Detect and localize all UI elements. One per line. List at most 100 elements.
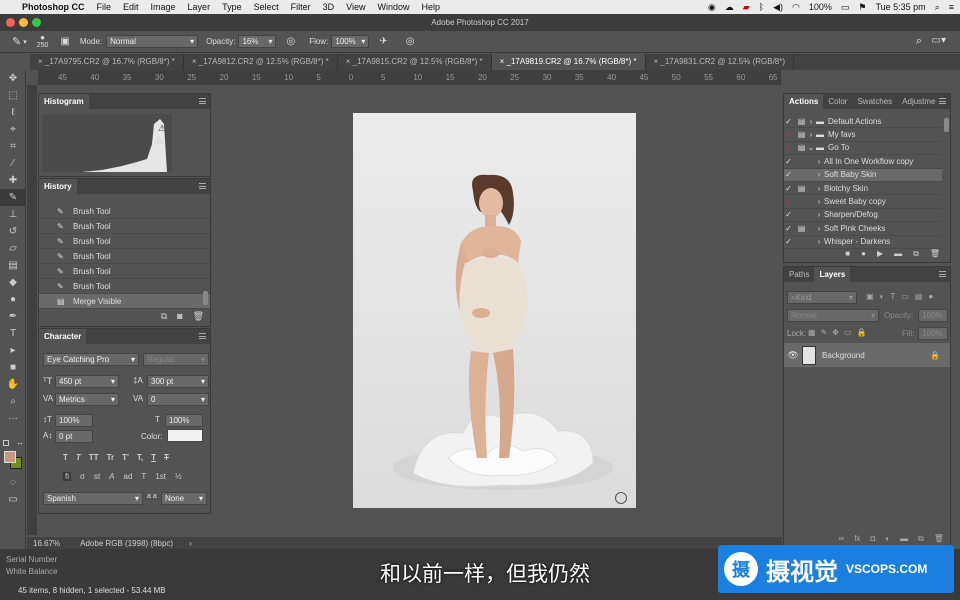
- tab-adjustments[interactable]: Adjustme: [897, 94, 940, 109]
- histogram-tab[interactable]: Histogram: [39, 94, 89, 109]
- brush-preset-picker[interactable]: ● 250: [37, 33, 49, 50]
- battery-icon[interactable]: ▭: [841, 2, 850, 13]
- history-brush-tool-icon[interactable]: ↺: [0, 223, 26, 240]
- record-icon[interactable]: ●: [861, 249, 866, 259]
- action-item[interactable]: ✓ ▤ › Blotchy Skin: [784, 182, 942, 196]
- lock-all-icon[interactable]: 🔒: [857, 328, 867, 337]
- tab-layers[interactable]: Layers: [814, 267, 851, 282]
- volume-icon[interactable]: ◀): [773, 2, 783, 13]
- marquee-tool-icon[interactable]: ⬚: [0, 87, 26, 104]
- chevron-right-icon[interactable]: ›: [814, 197, 824, 206]
- search-icon[interactable]: ⌕: [916, 35, 922, 48]
- link-layers-icon[interactable]: ∞: [839, 534, 845, 544]
- app-menu[interactable]: Photoshop CC: [16, 2, 91, 12]
- close-icon[interactable]: ×: [38, 57, 45, 66]
- baseline-shift-field[interactable]: 0 pt: [55, 430, 93, 443]
- quick-select-tool-icon[interactable]: ⌖: [0, 121, 26, 138]
- character-tab[interactable]: Character: [39, 329, 87, 344]
- flag-icon[interactable]: ⚑: [858, 2, 866, 13]
- warning-icon[interactable]: ⚠: [158, 123, 166, 134]
- kerning-field[interactable]: Metrics ▾: [55, 393, 119, 406]
- language-select[interactable]: Spanish ▾: [43, 492, 143, 505]
- action-item[interactable]: ✓ › Sweet Baby copy: [784, 195, 942, 209]
- horizontal-scale-field[interactable]: 100%: [165, 414, 203, 427]
- tab-swatches[interactable]: Swatches: [852, 94, 897, 109]
- doc-tab-active[interactable]: × _17A9819.CR2 @ 16.7% (RGB/8*) *: [491, 54, 646, 70]
- zoom-tool-icon[interactable]: ⌕: [0, 393, 26, 410]
- action-item[interactable]: ✓ ▤ › Soft Pink Cheeks: [784, 222, 942, 236]
- path-select-tool-icon[interactable]: ▸: [0, 342, 26, 359]
- panel-menu-icon[interactable]: [199, 98, 206, 104]
- more-tools-icon[interactable]: ···: [0, 410, 26, 427]
- check-icon[interactable]: ✓: [784, 157, 793, 166]
- check-icon[interactable]: ✓: [784, 197, 793, 206]
- action-set[interactable]: ✓ ▤ › ▬ Default Actions: [784, 115, 942, 129]
- menu-3d[interactable]: 3D: [317, 2, 341, 12]
- action-item[interactable]: ✓ › All In One Workflow copy: [784, 155, 942, 169]
- check-icon[interactable]: ✓: [784, 224, 793, 233]
- menu-select[interactable]: Select: [248, 2, 285, 12]
- search-icon[interactable]: ⌕: [935, 2, 940, 13]
- layer-thumbnail[interactable]: [802, 345, 816, 365]
- action-item[interactable]: ✓ › Whisper - Darkens: [784, 236, 942, 249]
- check-icon[interactable]: ✓: [784, 117, 793, 126]
- stop-icon[interactable]: ■: [845, 249, 850, 259]
- chevron-down-icon[interactable]: ⌄: [806, 143, 816, 152]
- faux-italic-button[interactable]: T: [76, 453, 81, 462]
- check-icon[interactable]: ✓: [784, 184, 793, 193]
- layer-filter-select[interactable]: ⌕Kind ▾: [787, 291, 857, 304]
- eraser-tool-icon[interactable]: ▱: [0, 240, 26, 257]
- leading-field[interactable]: 300 pt ▾: [147, 375, 209, 388]
- action-set[interactable]: ✓ ▤ › ▬ My favs: [784, 128, 942, 142]
- history-scrollbar[interactable]: [203, 291, 208, 305]
- layer-row-background[interactable]: 👁 Background 🔒: [784, 343, 950, 367]
- healing-tool-icon[interactable]: ✚: [0, 172, 26, 189]
- default-colors-icon[interactable]: [3, 440, 9, 446]
- chevron-right-icon[interactable]: ›: [814, 237, 824, 246]
- opacity-field[interactable]: 16% ▾: [238, 35, 277, 48]
- shape-tool-icon[interactable]: ■: [0, 359, 26, 376]
- smart-object-filter-icon[interactable]: ▤: [915, 292, 923, 301]
- strikethrough-button[interactable]: T: [164, 453, 169, 462]
- chevron-right-icon[interactable]: ›: [814, 184, 824, 193]
- flow-field[interactable]: 100% ▾: [331, 35, 370, 48]
- chevron-right-icon[interactable]: ›: [814, 157, 824, 166]
- check-icon[interactable]: ✓: [784, 143, 793, 152]
- history-tab[interactable]: History: [39, 179, 77, 194]
- camera-icon[interactable]: ◙: [177, 311, 182, 322]
- crop-tool-icon[interactable]: ⌗: [0, 138, 26, 155]
- font-family-select[interactable]: Eye Catching Pro ▾: [43, 353, 139, 366]
- new-action-icon[interactable]: ⧉: [913, 249, 919, 259]
- close-window-button[interactable]: [6, 18, 15, 27]
- eyedropper-tool-icon[interactable]: ⁄: [0, 155, 26, 172]
- menu-filter[interactable]: Filter: [285, 2, 317, 12]
- move-tool-icon[interactable]: ✥: [0, 70, 26, 87]
- menu-type[interactable]: Type: [216, 2, 248, 12]
- trash-icon[interactable]: 🗑: [193, 311, 204, 322]
- history-item[interactable]: ✎ Brush Tool: [39, 249, 210, 264]
- layer-blend-mode-select[interactable]: Normal ▾: [787, 309, 879, 322]
- menu-image[interactable]: Image: [145, 2, 182, 12]
- chevron-down-icon[interactable]: ▾: [23, 38, 27, 46]
- font-size-field[interactable]: 450 pt ▾: [55, 375, 119, 388]
- brush-tool-icon[interactable]: ✎: [0, 189, 26, 206]
- layer-name[interactable]: Background: [822, 351, 865, 360]
- ligature-button[interactable]: fi: [63, 472, 71, 481]
- wifi-icon[interactable]: ◠: [792, 2, 800, 13]
- close-icon[interactable]: ×: [500, 57, 507, 66]
- actions-scrollbar[interactable]: [944, 118, 949, 132]
- menu-edit[interactable]: Edit: [117, 2, 145, 12]
- foreground-color-swatch[interactable]: [4, 451, 16, 463]
- workspace-icon[interactable]: ▭▾: [932, 35, 946, 46]
- titling-alt-button[interactable]: T: [141, 472, 146, 481]
- chevron-right-icon[interactable]: ›: [814, 170, 824, 179]
- filter-toggle-icon[interactable]: ●: [928, 292, 933, 301]
- panel-menu-icon[interactable]: [939, 98, 946, 104]
- zoom-window-button[interactable]: [32, 18, 41, 27]
- tab-actions[interactable]: Actions: [784, 94, 824, 109]
- swash-button[interactable]: A: [109, 472, 114, 481]
- dialog-toggle-icon[interactable]: ▤: [797, 224, 806, 233]
- action-item-selected[interactable]: ✓ › Soft Baby Skin: [784, 168, 942, 182]
- gradient-tool-icon[interactable]: ▤: [0, 257, 26, 274]
- dialog-toggle-icon[interactable]: ▤: [797, 117, 806, 126]
